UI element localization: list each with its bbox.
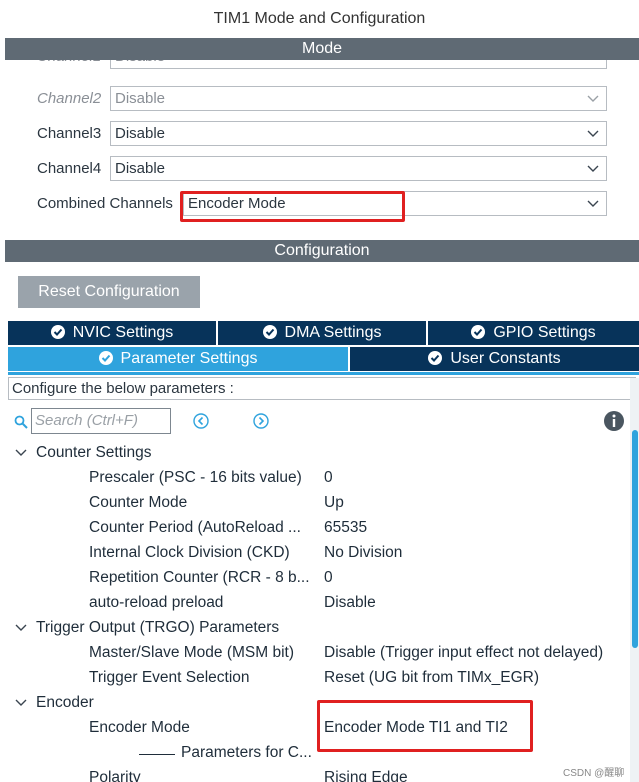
highlight-box-encoder-mode xyxy=(317,700,533,752)
tab-label: GPIO Settings xyxy=(493,324,596,341)
search-input[interactable]: Search (Ctrl+F) xyxy=(31,408,171,434)
param-row[interactable]: Counter Period (AutoReload ... 65535 xyxy=(5,515,635,540)
active-tab-underline xyxy=(8,372,639,375)
check-circle-icon xyxy=(428,351,443,365)
next-icon[interactable] xyxy=(253,413,269,429)
param-name: Encoder Mode xyxy=(89,719,190,736)
param-value[interactable]: No Division xyxy=(324,540,402,565)
param-row[interactable]: Counter Mode Up xyxy=(5,490,635,515)
channel1-label: Channel1 xyxy=(37,60,101,72)
group-label: Counter Settings xyxy=(36,444,152,461)
tab-dma-settings[interactable]: DMA Settings xyxy=(218,321,428,345)
combined-channels-label: Combined Channels xyxy=(37,195,173,212)
chevron-down-icon xyxy=(587,200,599,207)
channel4-label: Channel4 xyxy=(37,160,102,177)
check-circle-icon xyxy=(98,351,113,365)
check-circle-icon xyxy=(262,325,277,339)
tab-label: DMA Settings xyxy=(284,324,382,341)
channel1-value: Disable xyxy=(115,60,165,68)
channel4-select[interactable]: Disable xyxy=(110,156,607,181)
param-name: Repetition Counter (RCR - 8 b... xyxy=(89,569,310,586)
param-row[interactable]: Internal Clock Division (CKD) No Divisio… xyxy=(5,540,635,565)
param-row[interactable]: Repetition Counter (RCR - 8 b... 0 xyxy=(5,565,635,590)
chevron-down-icon xyxy=(587,95,599,102)
chevron-down-icon[interactable] xyxy=(15,623,27,633)
param-row[interactable]: auto-reload preload Disable xyxy=(5,590,635,615)
tab-parameter-settings[interactable]: Parameter Settings xyxy=(8,347,350,371)
param-name: Counter Period (AutoReload ... xyxy=(89,519,301,536)
info-icon[interactable] xyxy=(603,410,625,432)
chevron-down-icon[interactable] xyxy=(15,698,27,708)
sub-group-label: Parameters for C... xyxy=(139,740,312,765)
tab-nvic-settings[interactable]: NVIC Settings xyxy=(8,321,218,345)
channel1-select[interactable]: Disable xyxy=(110,60,607,69)
param-value[interactable]: Disable (Trigger input effect not delaye… xyxy=(324,640,603,665)
tab-label: Parameter Settings xyxy=(120,350,258,367)
mode-row-channel3: Channel3 Disable xyxy=(5,119,639,149)
param-row[interactable]: Master/Slave Mode (MSM bit) Disable (Tri… xyxy=(5,640,635,665)
param-name: Prescaler (PSC - 16 bits value) xyxy=(89,469,302,486)
param-name: auto-reload preload xyxy=(89,594,224,611)
param-name: Internal Clock Division (CKD) xyxy=(89,544,290,561)
chevron-down-icon[interactable] xyxy=(15,448,27,458)
channel2-value: Disable xyxy=(115,90,166,107)
param-value[interactable]: Up xyxy=(324,490,344,515)
group-trgo-parameters[interactable]: Trigger Output (TRGO) Parameters xyxy=(5,615,635,640)
param-value[interactable]: Disable xyxy=(324,590,376,615)
search-row: Search (Ctrl+F) xyxy=(5,408,639,436)
tab-row-1: NVIC Settings DMA Settings GPIO Settings xyxy=(8,321,639,345)
param-value[interactable]: Reset (UG bit from TIMx_EGR) xyxy=(324,665,539,690)
tab-label: NVIC Settings xyxy=(72,324,174,341)
channel2-select[interactable]: Disable xyxy=(110,86,607,111)
param-name: Counter Mode xyxy=(89,494,188,511)
previous-icon[interactable] xyxy=(193,413,209,429)
underline-mark xyxy=(139,740,175,755)
window-title: TIM1 Mode and Configuration xyxy=(0,0,639,38)
param-value[interactable]: 65535 xyxy=(324,515,367,540)
search-icon xyxy=(14,415,28,429)
check-circle-icon xyxy=(471,325,486,339)
configure-hint: Configure the below parameters : xyxy=(8,377,636,400)
configuration-section-header: Configuration xyxy=(5,240,639,262)
chevron-down-icon xyxy=(587,165,599,172)
tab-gpio-settings[interactable]: GPIO Settings xyxy=(428,321,639,345)
group-counter-settings[interactable]: Counter Settings xyxy=(5,440,635,465)
chevron-down-icon xyxy=(587,130,599,137)
channel3-select[interactable]: Disable xyxy=(110,121,607,146)
channel3-value: Disable xyxy=(115,125,166,142)
sub-group-text: Parameters for C... xyxy=(181,744,312,761)
param-row[interactable]: Trigger Event Selection Reset (UG bit fr… xyxy=(5,665,635,690)
highlight-box-combined-channels xyxy=(180,191,405,222)
mode-row-channel1: Channel1 Disable xyxy=(5,60,639,72)
param-value[interactable]: Rising Edge xyxy=(324,765,408,782)
param-name: Master/Slave Mode (MSM bit) xyxy=(89,644,294,661)
tab-user-constants[interactable]: User Constants xyxy=(350,347,639,371)
param-row[interactable]: Prescaler (PSC - 16 bits value) 0 xyxy=(5,465,635,490)
param-row[interactable]: Polarity Rising Edge xyxy=(5,765,635,782)
channel4-value: Disable xyxy=(115,160,166,177)
group-label: Trigger Output (TRGO) Parameters xyxy=(36,619,280,636)
group-label: Encoder xyxy=(36,694,94,711)
tab-row-2: Parameter Settings User Constants xyxy=(8,347,639,371)
reset-configuration-button[interactable]: Reset Configuration xyxy=(18,276,200,308)
param-name: Trigger Event Selection xyxy=(89,669,250,686)
channel2-label: Channel2 xyxy=(37,90,102,107)
mode-row-channel2: Channel2 Disable xyxy=(5,84,639,114)
param-value[interactable]: 0 xyxy=(324,465,333,490)
watermark: CSDN @醒聊 xyxy=(563,768,625,779)
param-name: Polarity xyxy=(89,769,141,782)
mode-row-channel4: Channel4 Disable xyxy=(5,154,639,184)
tab-label: User Constants xyxy=(450,350,561,367)
check-circle-icon xyxy=(50,325,65,339)
scrollbar-thumb[interactable] xyxy=(632,430,638,648)
mode-section-header: Mode xyxy=(5,38,639,60)
param-value[interactable]: 0 xyxy=(324,565,333,590)
channel3-label: Channel3 xyxy=(37,125,102,142)
